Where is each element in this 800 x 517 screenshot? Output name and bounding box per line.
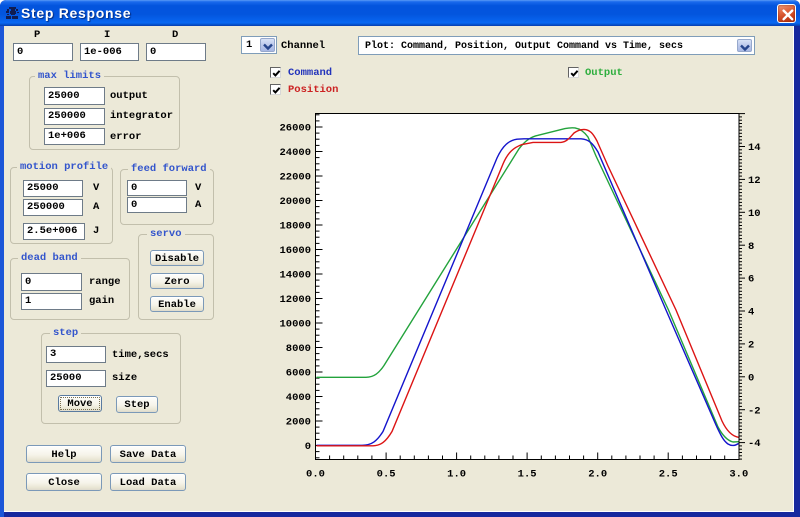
svg-text:14: 14 (748, 142, 761, 154)
svg-text:6: 6 (748, 274, 754, 286)
svg-text:6000: 6000 (286, 368, 311, 380)
svg-text:4: 4 (748, 307, 754, 319)
svg-text:2.0: 2.0 (588, 469, 607, 481)
svg-text:20000: 20000 (279, 196, 311, 208)
svg-text:26000: 26000 (279, 123, 311, 135)
svg-text:2.5: 2.5 (659, 469, 678, 481)
svg-text:10: 10 (748, 208, 761, 220)
svg-text:2000: 2000 (286, 417, 311, 429)
svg-text:4000: 4000 (286, 392, 311, 404)
svg-text:2: 2 (748, 340, 754, 352)
svg-text:1.5: 1.5 (518, 469, 537, 481)
svg-text:-2: -2 (748, 405, 761, 417)
svg-text:12000: 12000 (279, 294, 311, 306)
svg-text:3.0: 3.0 (729, 469, 748, 481)
svg-text:18000: 18000 (279, 221, 311, 233)
svg-text:24000: 24000 (279, 147, 311, 159)
svg-text:0.5: 0.5 (377, 469, 396, 481)
svg-text:10000: 10000 (279, 319, 311, 331)
svg-text:12: 12 (748, 175, 761, 187)
svg-text:0: 0 (305, 441, 311, 453)
svg-text:8000: 8000 (286, 343, 311, 355)
svg-text:1.0: 1.0 (447, 469, 466, 481)
svg-text:0: 0 (748, 372, 754, 384)
svg-text:-4: -4 (748, 438, 761, 450)
svg-text:22000: 22000 (279, 172, 311, 184)
svg-text:8: 8 (748, 241, 754, 253)
svg-text:14000: 14000 (279, 270, 311, 282)
svg-text:16000: 16000 (279, 245, 311, 257)
svg-text:0.0: 0.0 (306, 469, 325, 481)
